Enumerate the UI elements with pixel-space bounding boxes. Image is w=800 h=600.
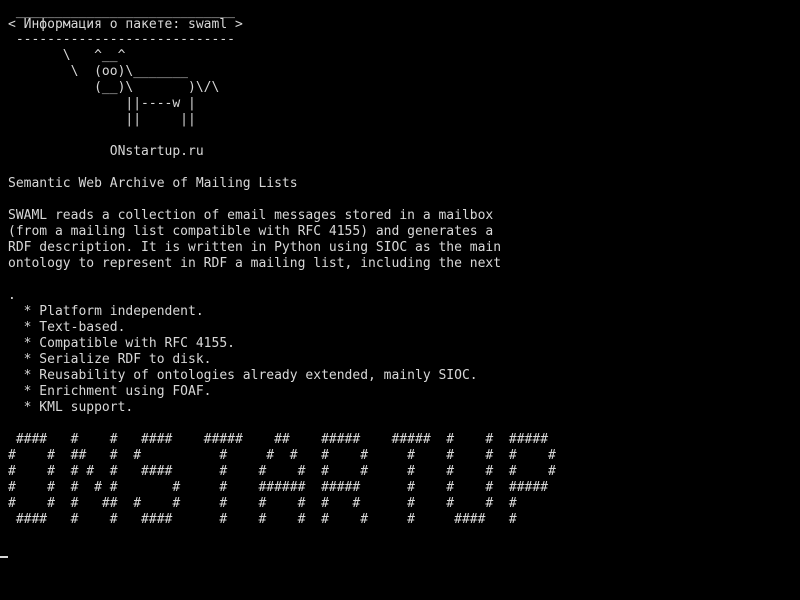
cow-ascii-line: ||----w | [8, 96, 196, 111]
feature-item: * Enrichment using FOAF. [8, 384, 212, 399]
feature-item: * Text-based. [8, 320, 126, 335]
banner-ascii-line: #### # # #### # # # # # # #### # [8, 512, 517, 527]
description-line: (from a mailing list compatible with RFC… [8, 224, 494, 239]
banner-ascii-line: #### # # #### ##### ## ##### ##### # # #… [8, 432, 549, 447]
description-line: ontology to represent in RDF a mailing l… [8, 256, 502, 271]
description-dot: . [8, 288, 16, 303]
cow-ascii-line: (__)\ )\/\ [8, 80, 220, 95]
cowsay-message: < Информация о пакете: swaml > [8, 17, 243, 32]
package-summary: Semantic Web Archive of Mailing Lists [8, 176, 298, 191]
feature-item: * Platform independent. [8, 304, 204, 319]
feature-item: * Compatible with RFC 4155. [8, 336, 235, 351]
feature-item: * Reusability of ontologies already exte… [8, 368, 478, 383]
terminal-screen: ____________________________ < Информаци… [0, 0, 800, 600]
banner-ascii-line: # # # ## # # # # # # # # # # # [8, 496, 517, 511]
cowsay-bottom-border: ---------------------------- [8, 32, 235, 47]
description-line: SWAML reads a collection of email messag… [8, 208, 494, 223]
cow-ascii-line: \ (oo)\_______ [8, 64, 189, 79]
banner-ascii-line: # # # # # # # ###### ##### # # # ##### [8, 480, 549, 495]
feature-item: * KML support. [8, 400, 134, 415]
cow-ascii-line: \ ^__^ [8, 48, 126, 63]
site-name: ONstartup.ru [8, 144, 204, 159]
banner-ascii-line: # # ## # # # # # # # # # # # # [8, 448, 556, 463]
text-cursor[interactable] [0, 556, 8, 558]
feature-item: * Serialize RDF to disk. [8, 352, 212, 367]
banner-ascii-line: # # # # # #### # # # # # # # # # # [8, 464, 556, 479]
cow-ascii-line: || || [8, 112, 196, 127]
description-line: RDF description. It is written in Python… [8, 240, 502, 255]
